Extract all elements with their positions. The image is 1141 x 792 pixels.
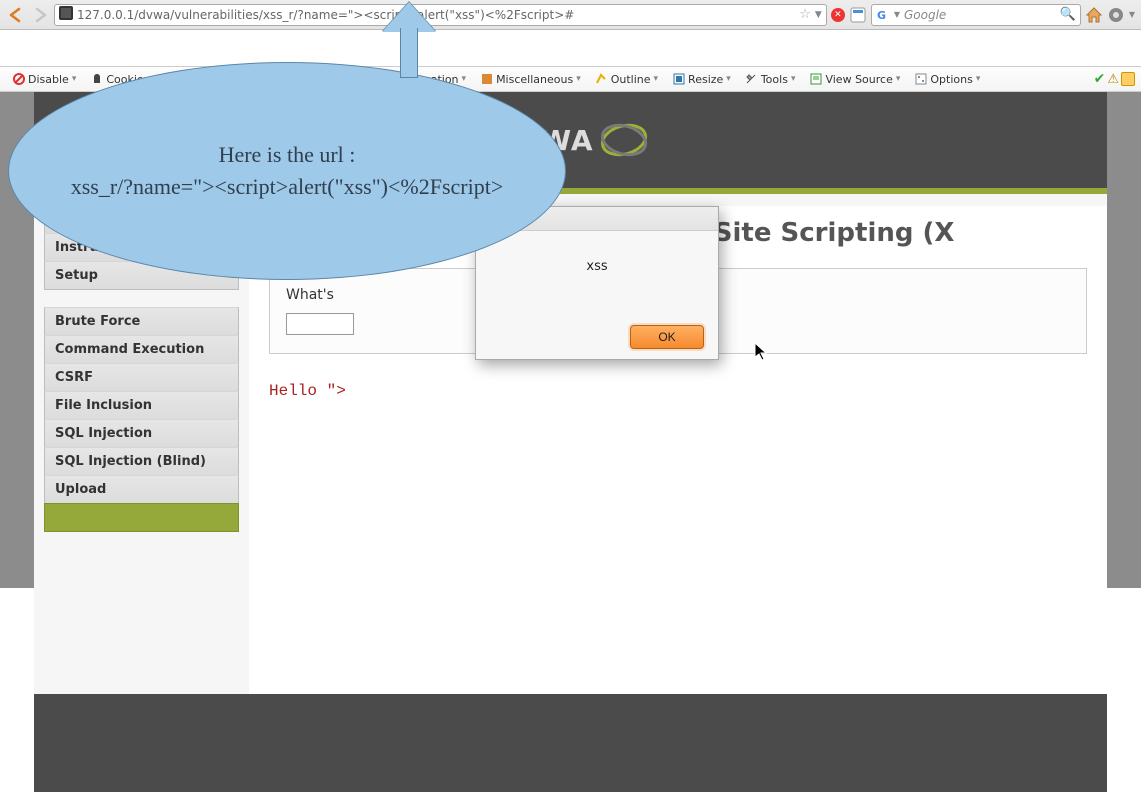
outline-icon [595,73,608,86]
sidebar-item-active[interactable] [44,503,239,532]
search-bar[interactable]: G ▼ Google 🔍 [871,4,1081,26]
sidebar-item-fileinc[interactable]: File Inclusion [44,391,239,420]
toolbar-dropdown-icon[interactable]: ▼ [1129,10,1135,19]
blank-strip [0,30,1141,66]
home-button[interactable] [1085,6,1103,24]
browser-nav-bar: 127.0.0.1/dvwa/vulnerabilities/xss_r/?na… [0,0,1141,30]
annotation-bubble: Here is the url : xss_r/?name="><script>… [8,62,566,280]
site-icon [59,6,73,23]
annotation-callout: Here is the url : xss_r/?name="><script>… [8,62,566,280]
sidebar-item-sqlinjblind[interactable]: SQL Injection (Blind) [44,447,239,476]
sidebar-group-2: Brute Force Command Execution CSRF File … [44,307,239,532]
callout-line2: xss_r/?name="><script>alert("xss")<%2Fsc… [71,171,504,203]
sidebar-item-cmdexec[interactable]: Command Execution [44,335,239,364]
devbar-outline[interactable]: Outline▾ [589,71,664,88]
devbar-resize[interactable]: Resize▾ [666,71,737,88]
logo-ring-icon [600,116,648,164]
svg-text:G: G [877,9,886,22]
dropdown-icon[interactable]: ▼ [815,10,822,20]
forward-button[interactable] [30,5,50,25]
devbar-viewsource[interactable]: View Source▾ [803,71,906,88]
bookmark-star-icon[interactable]: ☆ [799,7,811,22]
output-text: Hello "> [269,382,1087,400]
google-icon: G [876,8,890,22]
viewsource-icon [809,73,822,86]
devbar-options[interactable]: Options▾ [908,71,986,88]
stop-button[interactable]: ✕ [831,8,845,22]
callout-line1: Here is the url : [219,139,356,171]
resize-icon [672,73,685,86]
extension-icon[interactable] [1107,6,1125,24]
options-icon [914,73,927,86]
sidebar-item-upload[interactable]: Upload [44,475,239,504]
mouse-cursor-icon [754,342,770,367]
annotation-arrow [382,2,436,78]
site-identity-icon[interactable] [849,7,867,23]
devbar-tools[interactable]: Tools▾ [739,71,802,88]
url-text: 127.0.0.1/dvwa/vulnerabilities/xss_r/?na… [77,8,795,22]
alert-ok-button[interactable]: OK [630,325,704,349]
status-note-icon[interactable] [1121,72,1135,86]
name-input[interactable] [286,313,354,335]
search-placeholder: Google [904,8,1056,22]
tools-icon [745,73,758,86]
search-engine-dropdown-icon[interactable]: ▼ [894,10,900,19]
status-ok-icon[interactable]: ✔ [1094,71,1106,87]
back-button[interactable] [6,5,26,25]
status-warning-icon[interactable]: ⚠ [1107,72,1119,87]
sidebar-item-sqlinj[interactable]: SQL Injection [44,419,239,448]
sidebar-item-bruteforce[interactable]: Brute Force [44,307,239,336]
sidebar-item-csrf[interactable]: CSRF [44,363,239,392]
search-icon[interactable]: 🔍 [1060,7,1076,22]
url-bar[interactable]: 127.0.0.1/dvwa/vulnerabilities/xss_r/?na… [54,4,827,26]
